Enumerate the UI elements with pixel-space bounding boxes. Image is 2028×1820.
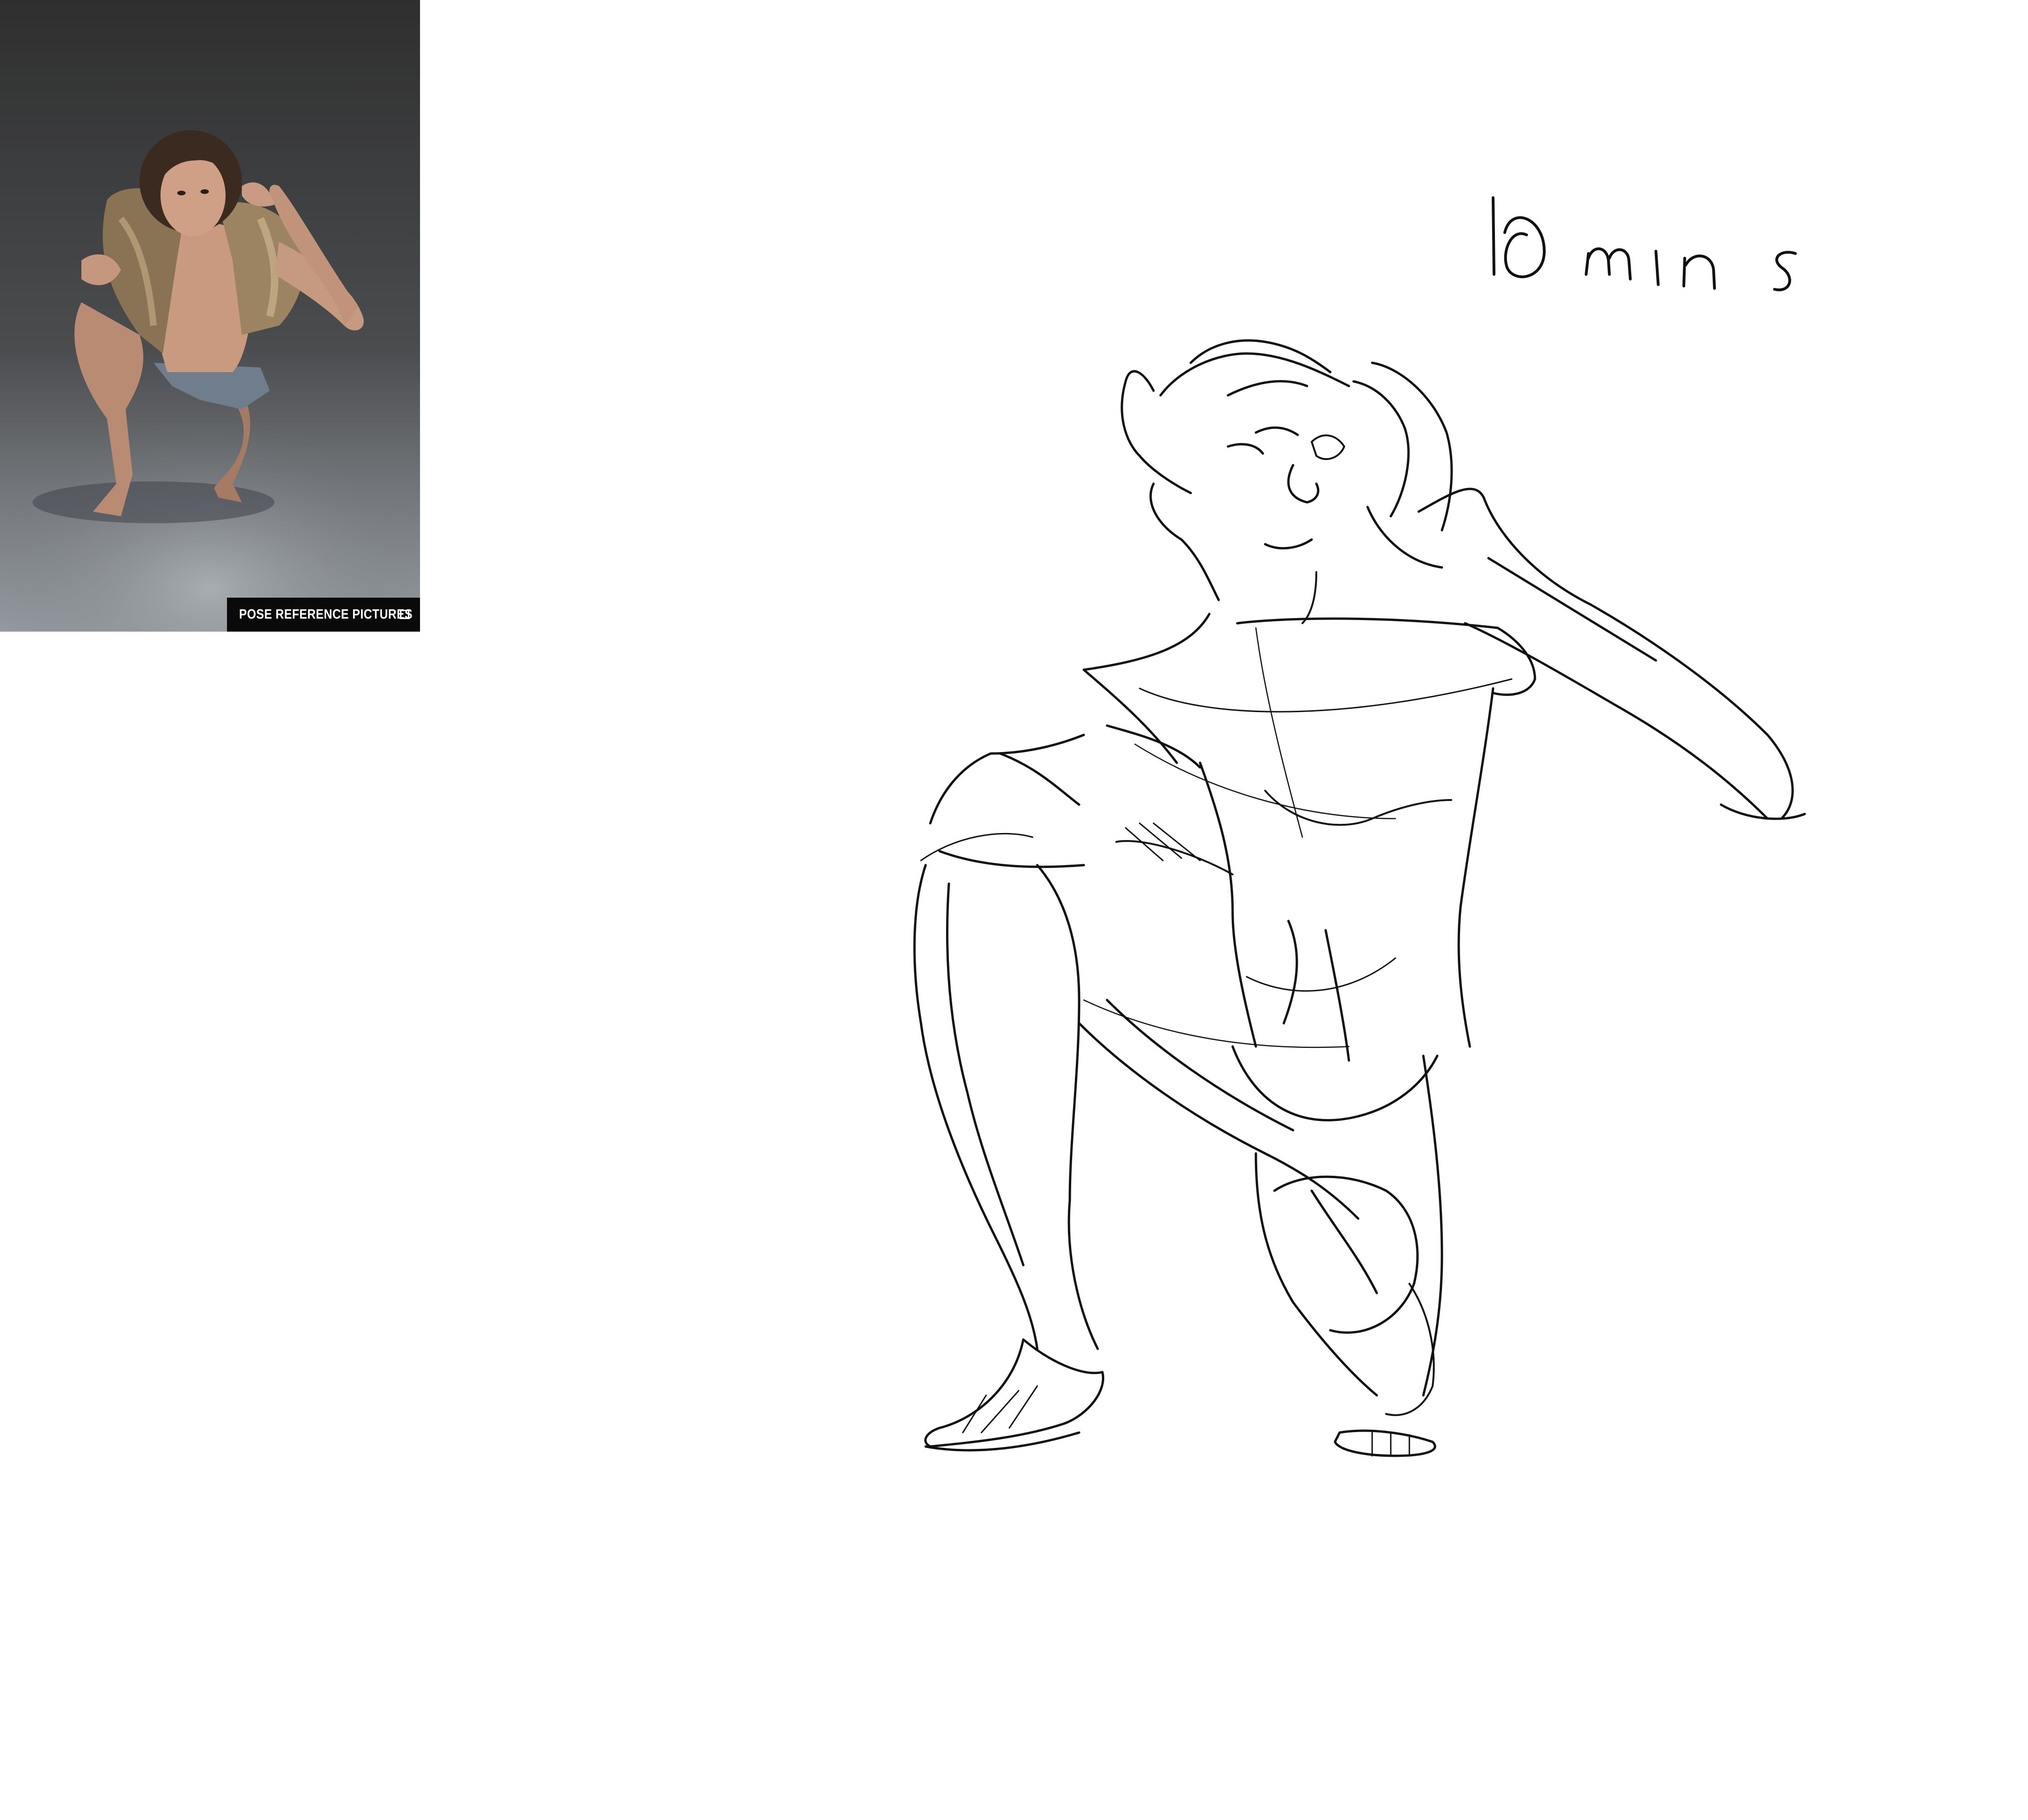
sketch-left-leg [913, 864, 1104, 1452]
reference-photo-image [0, 0, 420, 632]
sketch-raised-arm [1417, 487, 1806, 820]
brand-logo [393, 601, 416, 628]
watermark-text: POSE REFERENCE PICTURES [239, 607, 413, 622]
sketch-right-leg [1078, 999, 1443, 1457]
watermark-badge: POSE REFERENCE PICTURES [227, 598, 420, 632]
sketch-construction-lines [1083, 627, 1396, 1048]
sketch-left-arm [920, 733, 1234, 875]
caption-handwriting [1492, 196, 1797, 292]
sketch-torso [1082, 613, 1536, 1121]
logo-mark-icon [400, 610, 409, 619]
reference-photo: POSE REFERENCE PICTURES [0, 0, 420, 632]
sketch-head [1121, 339, 1453, 624]
